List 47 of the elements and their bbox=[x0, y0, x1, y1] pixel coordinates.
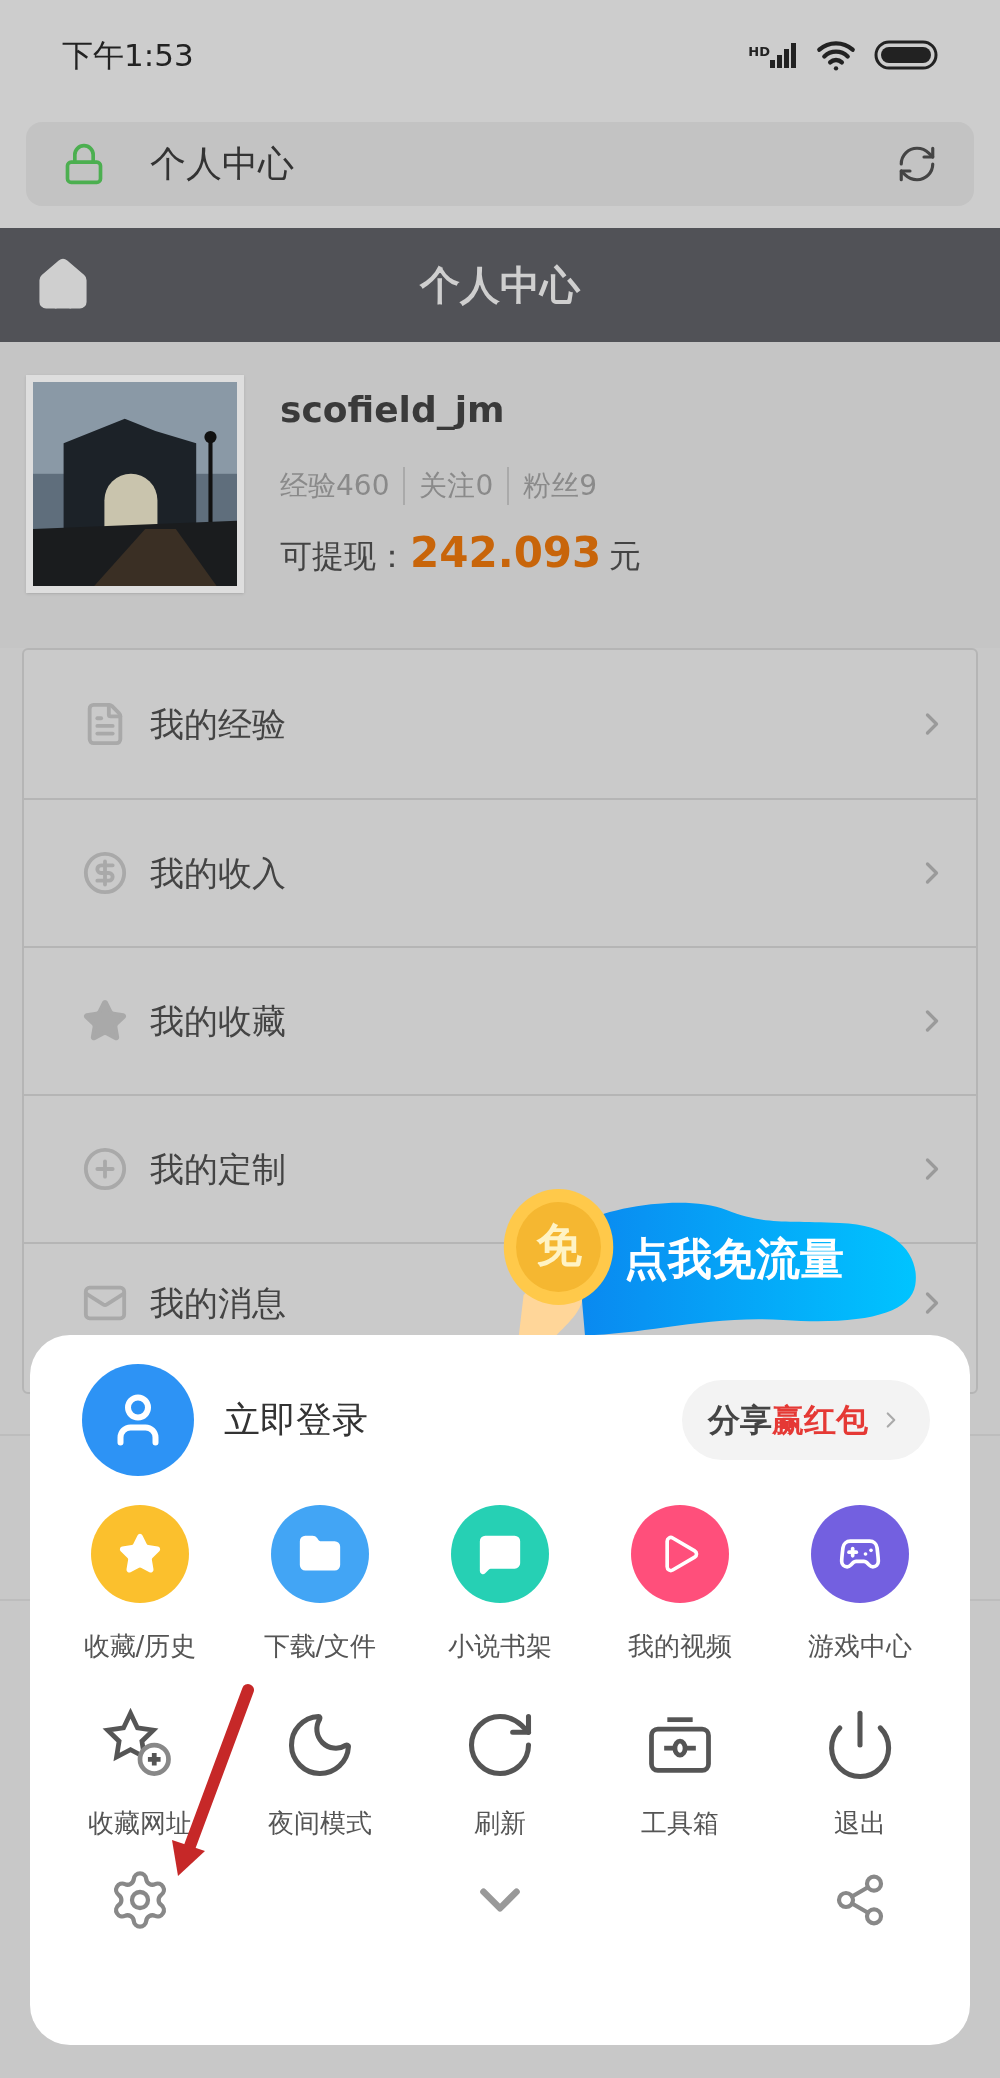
app-label: 下载/文件 bbox=[263, 1630, 377, 1663]
tool-shortcut[interactable]: 收藏网址 bbox=[50, 1700, 230, 1843]
app-shortcut[interactable]: 我的视频 bbox=[590, 1505, 770, 1666]
balance-label: 可提现： bbox=[280, 536, 408, 577]
banner-text: 点我免流量 bbox=[624, 1232, 845, 1286]
menu-label[interactable]: 我的经验 bbox=[150, 698, 286, 750]
page-title: 个人中心 bbox=[150, 142, 295, 186]
plus-icon bbox=[82, 1146, 128, 1192]
stat-label: 关注0 bbox=[419, 468, 494, 504]
app-label: 收藏/历史 bbox=[83, 1630, 197, 1663]
app-label: 游戏中心 bbox=[808, 1630, 912, 1663]
app-shortcut[interactable]: 下载/文件 bbox=[230, 1505, 410, 1666]
app-shortcut[interactable]: 小说书架 bbox=[410, 1505, 590, 1666]
app-shortcut[interactable]: 游戏中心 bbox=[770, 1505, 950, 1666]
battery-icon bbox=[874, 40, 938, 70]
signal-icon bbox=[770, 42, 798, 68]
address-bar[interactable]: 个人中心 bbox=[26, 122, 974, 206]
tool-shortcut[interactable]: 工具箱 bbox=[590, 1700, 770, 1843]
app-label: 小说书架 bbox=[448, 1630, 552, 1663]
share-button[interactable]: 分享赢红包 bbox=[682, 1380, 930, 1460]
balance-amount: 242.093 bbox=[410, 527, 602, 579]
status-time: 下午1:53 bbox=[62, 35, 194, 75]
menu-label[interactable]: 我的收藏 bbox=[150, 995, 286, 1047]
dollar-icon bbox=[82, 850, 128, 896]
app-shortcut[interactable]: 收藏/历史 bbox=[50, 1505, 230, 1666]
tool-label: 夜间模式 bbox=[268, 1807, 372, 1840]
tool-shortcut[interactable]: 退出 bbox=[770, 1700, 950, 1843]
tool-label: 刷新 bbox=[474, 1807, 526, 1840]
network-label: HD bbox=[748, 43, 770, 61]
app-label: 我的视频 bbox=[628, 1630, 732, 1663]
header-title: 个人中心 bbox=[420, 261, 580, 310]
menu-label[interactable]: 我的消息 bbox=[150, 1277, 286, 1329]
username: scofield_jm bbox=[280, 388, 506, 432]
stat-label: 经验460 bbox=[280, 468, 390, 504]
login-link[interactable]: 立即登录 bbox=[224, 1393, 682, 1447]
coin-text: 免 bbox=[536, 1217, 582, 1274]
share-label: 分享 bbox=[708, 1400, 772, 1441]
tool-label: 收藏网址 bbox=[88, 1807, 192, 1840]
tool-shortcut[interactable]: 夜间模式 bbox=[230, 1700, 410, 1843]
menu-label[interactable]: 我的定制 bbox=[150, 1143, 286, 1195]
stat-label: 粉丝9 bbox=[523, 468, 598, 504]
tool-label: 退出 bbox=[834, 1807, 886, 1840]
tool-shortcut[interactable]: 刷新 bbox=[410, 1700, 590, 1843]
share-highlight: 赢红包 bbox=[772, 1400, 868, 1441]
tool-label: 工具箱 bbox=[641, 1807, 719, 1840]
menu-label[interactable]: 我的收入 bbox=[150, 847, 286, 899]
currency-label: 元 bbox=[609, 536, 642, 577]
